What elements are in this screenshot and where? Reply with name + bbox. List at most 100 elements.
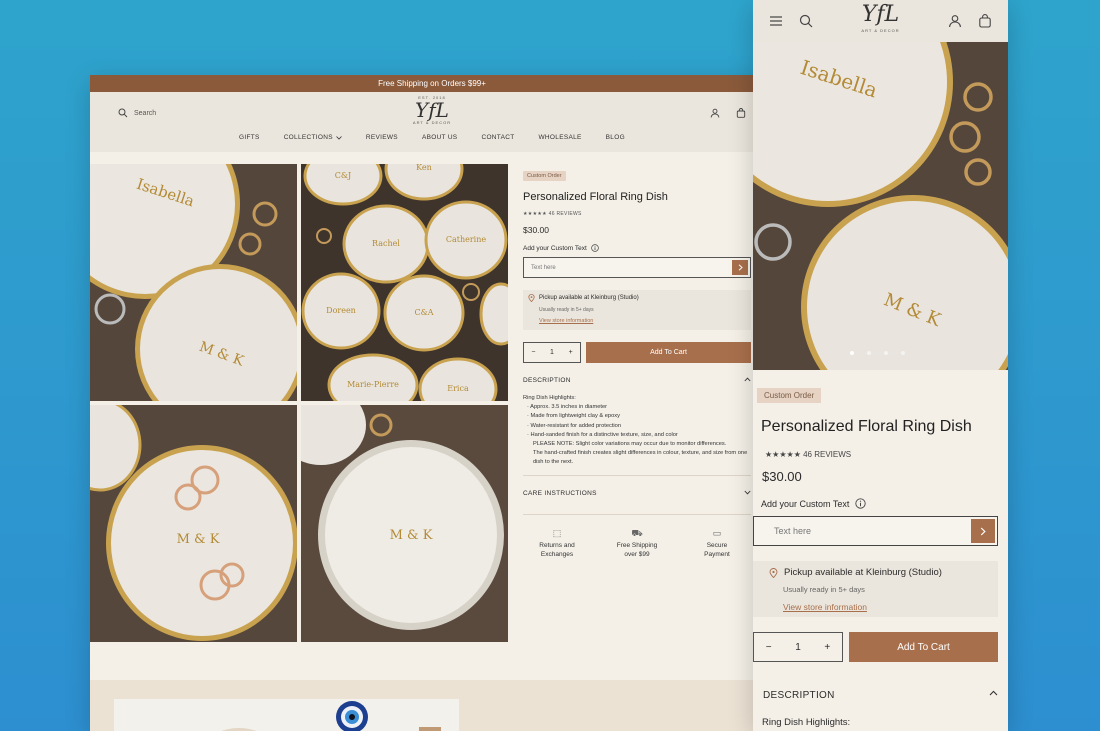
announcement-bar: Free Shipping on Orders $99+ [90,75,774,92]
dish-photo-1: Isabella M & K [90,164,297,401]
custom-order-badge: Custom Order [523,171,566,181]
description-bullets: Approx. 3.5 inches in diameter Made from… [523,403,751,440]
search-icon[interactable] [799,14,813,28]
carousel-dot-2[interactable] [867,351,871,355]
chevron-down-icon [336,135,342,140]
box-icon: ⬚ [552,527,562,538]
menu-icon[interactable] [769,15,783,27]
product-title: Personalized Floral Ring Dish [523,191,668,203]
mobile-star-rating: ★★★★★ [765,450,801,459]
info-icon[interactable] [591,244,599,252]
nav-contact[interactable]: CONTACT [481,134,514,141]
custom-text-label-text: Add your Custom Text [523,244,587,252]
mobile-add-to-cart-button[interactable]: Add To Cart [849,632,998,662]
desktop-view: Free Shipping on Orders $99+ Search EST.… [90,75,774,731]
nav-about[interactable]: ABOUT US [422,134,458,141]
lower-section-photo [114,699,459,731]
add-to-cart-button[interactable]: Add To Cart [586,342,751,363]
bullet-diameter: Approx. 3.5 inches in diameter [527,403,751,412]
qty-plus-button[interactable]: + [569,349,573,356]
mobile-logo[interactable]: YfL ART & DECOR [861,2,899,33]
gallery-image-2[interactable]: C&J Rachel Catherine Doreen C&A Marie-Pi… [301,164,508,401]
perk-returns-line2: Exchanges [540,550,574,558]
mobile-custom-text-label-text: Add your Custom Text [761,498,850,509]
mobile-custom-order-badge: Custom Order [757,388,822,403]
custom-text-submit-button[interactable] [732,260,748,275]
info-icon[interactable] [855,498,867,509]
cart-icon[interactable] [978,14,992,28]
search-trigger[interactable]: Search [118,108,156,118]
mobile-product-reviews[interactable]: ★★★★★ 46 REVIEWS [765,450,998,459]
mobile-description-intro: Ring Dish Highlights: [762,717,851,728]
nav-blog[interactable]: BLOG [606,134,625,141]
mobile-qty-value: 1 [795,641,801,653]
perk-shipping-line2: over $99 [624,550,650,558]
care-accordion-header[interactable]: CARE INSTRUCTIONS [523,476,751,507]
custom-text-input[interactable]: Text here [523,257,751,278]
chevron-up-icon [989,690,998,696]
mobile-pickup-box: Pickup available at Kleinburg (Studio) U… [753,561,998,617]
account-icon[interactable] [948,14,962,28]
perk-shipping: ⛟ Free Shipping over $99 [607,528,667,559]
review-count: 46 REVIEWS [548,211,582,217]
nav-reviews[interactable]: REVIEWS [366,134,398,141]
mobile-custom-text-label: Add your Custom Text [761,498,998,509]
mobile-quantity-stepper[interactable]: − 1 + [753,632,843,662]
dish-name-rachel: Rachel [372,239,400,248]
mobile-pickup-line: Pickup available at Kleinburg (Studio) [784,567,942,578]
carousel-dot-4[interactable] [901,351,905,355]
mobile-custom-text-submit-button[interactable] [971,519,995,543]
bullet-material: Made from lightweight clay & epoxy [527,412,751,421]
product-price: $30.00 [523,225,549,235]
chevron-down-icon [744,490,751,495]
chevron-right-icon [980,527,986,535]
mobile-qty-minus-button[interactable]: − [766,642,772,653]
product-info: Custom Order Personalized Floral Ring Di… [523,164,751,559]
store-info-link[interactable]: View store information [528,318,744,324]
product-reviews[interactable]: ★★★★★ 46 REVIEWS [523,211,751,217]
perk-returns-line1: Returns and [539,541,575,549]
divider [523,513,751,515]
mobile-custom-text-input[interactable]: Text here [753,516,998,546]
gallery-image-4[interactable]: M & K [301,405,508,642]
mobile-buy-row: − 1 + Add To Cart [753,632,998,662]
nav-collections[interactable]: COLLECTIONS [284,134,342,141]
evil-eye-photo [114,699,459,731]
perks-row: ⬚ Returns and Exchanges ⛟ Free Shipping … [523,527,751,559]
dish-name-ca: C&A [414,308,433,317]
custom-text-label: Add your Custom Text [523,244,751,252]
pickup-ready: Usually ready in 5+ days [539,307,594,313]
chevron-up-icon [744,377,751,382]
mobile-product-title: Personalized Floral Ring Dish [761,418,972,435]
carousel-dot-1[interactable] [850,351,854,355]
mobile-custom-text-placeholder: Text here [774,526,812,536]
quantity-stepper[interactable]: − 1 + [523,342,581,363]
gallery-image-3[interactable]: M & K [90,405,297,642]
bullet-finish: Hand-sanded finish for a distinctive tex… [527,431,751,440]
lower-section [90,680,774,731]
location-pin-icon [769,567,778,578]
mobile-description-accordion-header[interactable]: DESCRIPTION [763,690,998,701]
nav-wholesale[interactable]: WHOLESALE [539,134,582,141]
mobile-qty-plus-button[interactable]: + [824,642,830,653]
cart-icon[interactable] [736,108,746,118]
description-note-2: The hand-crafted finish creates slight d… [533,450,748,466]
pickup-box: Pickup available at Kleinburg (Studio) U… [523,290,751,330]
dish-photo-3: M & K [90,405,297,642]
carousel-dot-3[interactable] [884,351,888,355]
buy-row: − 1 + Add To Cart [523,342,751,363]
mobile-hero-image[interactable]: Isabella M & K [753,42,1008,370]
site-logo[interactable]: EST. 2018 YfL ART & DECOR [413,95,451,125]
nav-gifts[interactable]: GIFTS [239,134,260,141]
qty-minus-button[interactable]: − [531,349,535,356]
description-accordion-header[interactable]: DESCRIPTION [523,363,751,394]
description-intro: Ring Dish Highlights: [523,395,576,401]
mobile-description-title: DESCRIPTION [763,690,835,701]
mobile-product-info: Custom Order Personalized Floral Ring Di… [753,385,998,728]
mobile-store-info-link[interactable]: View store information [769,602,990,612]
gallery-image-1[interactable]: Isabella M & K [90,164,297,401]
description-title: DESCRIPTION [523,377,571,384]
account-icon[interactable] [710,108,720,118]
perk-shipping-line1: Free Shipping [616,541,658,549]
site-header: Search EST. 2018 YfL ART & DECOR [90,92,774,134]
